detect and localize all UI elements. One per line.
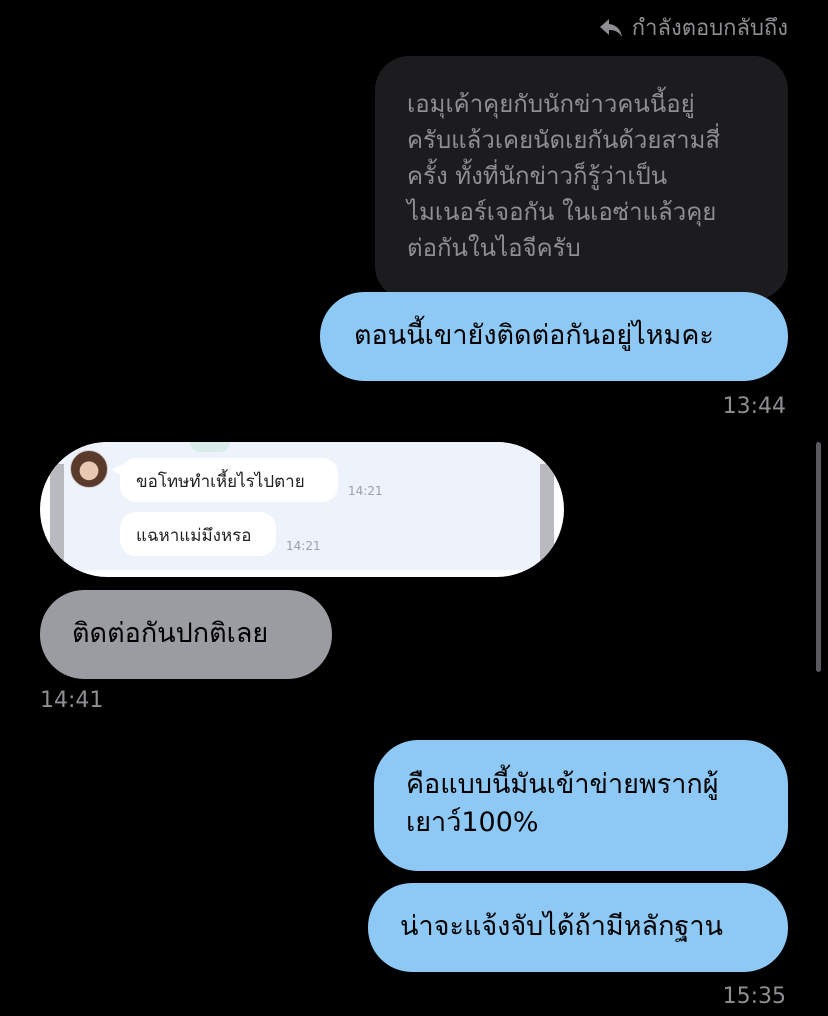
message-text: เยาว์100% <box>406 807 539 838</box>
attachment-decoration <box>190 442 230 452</box>
attachment-edge <box>50 464 64 564</box>
attachment-chat-bubble: ขอโทษทำเหี้ยไรไปตาย <box>112 458 338 502</box>
quoted-message[interactable]: เอมุเค้าคุยกับนักข่าวคนนี้อยู่ ครับแล้วเ… <box>375 56 788 300</box>
attachment-chat-text: แฉหาแม่มึงหรอ <box>136 526 252 546</box>
quoted-line: ไมเนอร์เจอกัน ในเอซ่าแล้วคุย <box>407 198 717 226</box>
reply-arrow-icon <box>599 18 622 37</box>
message-timestamp: 15:35 <box>722 984 786 1009</box>
reply-header-label: กำลังตอบกลับถึง <box>631 16 788 41</box>
quoted-line: ครับแล้วเคยนัดเยกันด้วยสามสี่ <box>407 126 721 154</box>
quoted-line: ต่อกันในไอจีครับ <box>407 234 581 262</box>
message-timestamp: 14:41 <box>40 688 104 713</box>
quoted-line: ครั้ง ทั้งที่นักข่าวก็รู้ว่าเป็น <box>407 162 668 190</box>
avatar <box>70 450 108 488</box>
scrollbar[interactable] <box>816 442 821 672</box>
attachment-edge <box>540 464 554 564</box>
attachment-chat-bubble: แฉหาแม่มึงหรอ <box>120 512 276 556</box>
message-text: น่าจะแจ้งจับได้ถ้ามีหลักฐาน <box>400 911 723 942</box>
outgoing-message-bubble[interactable]: คือแบบนี้มันเข้าข่ายพรากผู้ เยาว์100% <box>374 740 788 871</box>
incoming-message-bubble[interactable]: ติดต่อกันปกติเลย <box>40 590 332 679</box>
message-text: คือแบบนี้มันเข้าข่ายพรากผู้ <box>406 769 719 800</box>
attachment-chat-time: 14:21 <box>286 539 321 553</box>
quoted-line: เอมุเค้าคุยกับนักข่าวคนนี้อยู่ <box>407 90 695 118</box>
outgoing-message-bubble[interactable]: ตอนนี้เขายังติดต่อกันอยู่ไหมคะ <box>320 292 788 381</box>
reply-header[interactable]: กำลังตอบกลับถึง <box>598 10 788 45</box>
screenshot-attachment[interactable]: ขอโทษทำเหี้ยไรไปตาย 14:21 แฉหาแม่มึงหรอ … <box>40 442 564 577</box>
attachment-chat-text: ขอโทษทำเหี้ยไรไปตาย <box>136 472 305 492</box>
outgoing-message-bubble[interactable]: น่าจะแจ้งจับได้ถ้ามีหลักฐาน <box>368 883 788 972</box>
message-timestamp: 13:44 <box>722 394 786 419</box>
message-text: ตอนนี้เขายังติดต่อกันอยู่ไหมคะ <box>354 320 714 351</box>
message-text: ติดต่อกันปกติเลย <box>72 618 269 649</box>
attachment-chat-time: 14:21 <box>348 484 383 498</box>
